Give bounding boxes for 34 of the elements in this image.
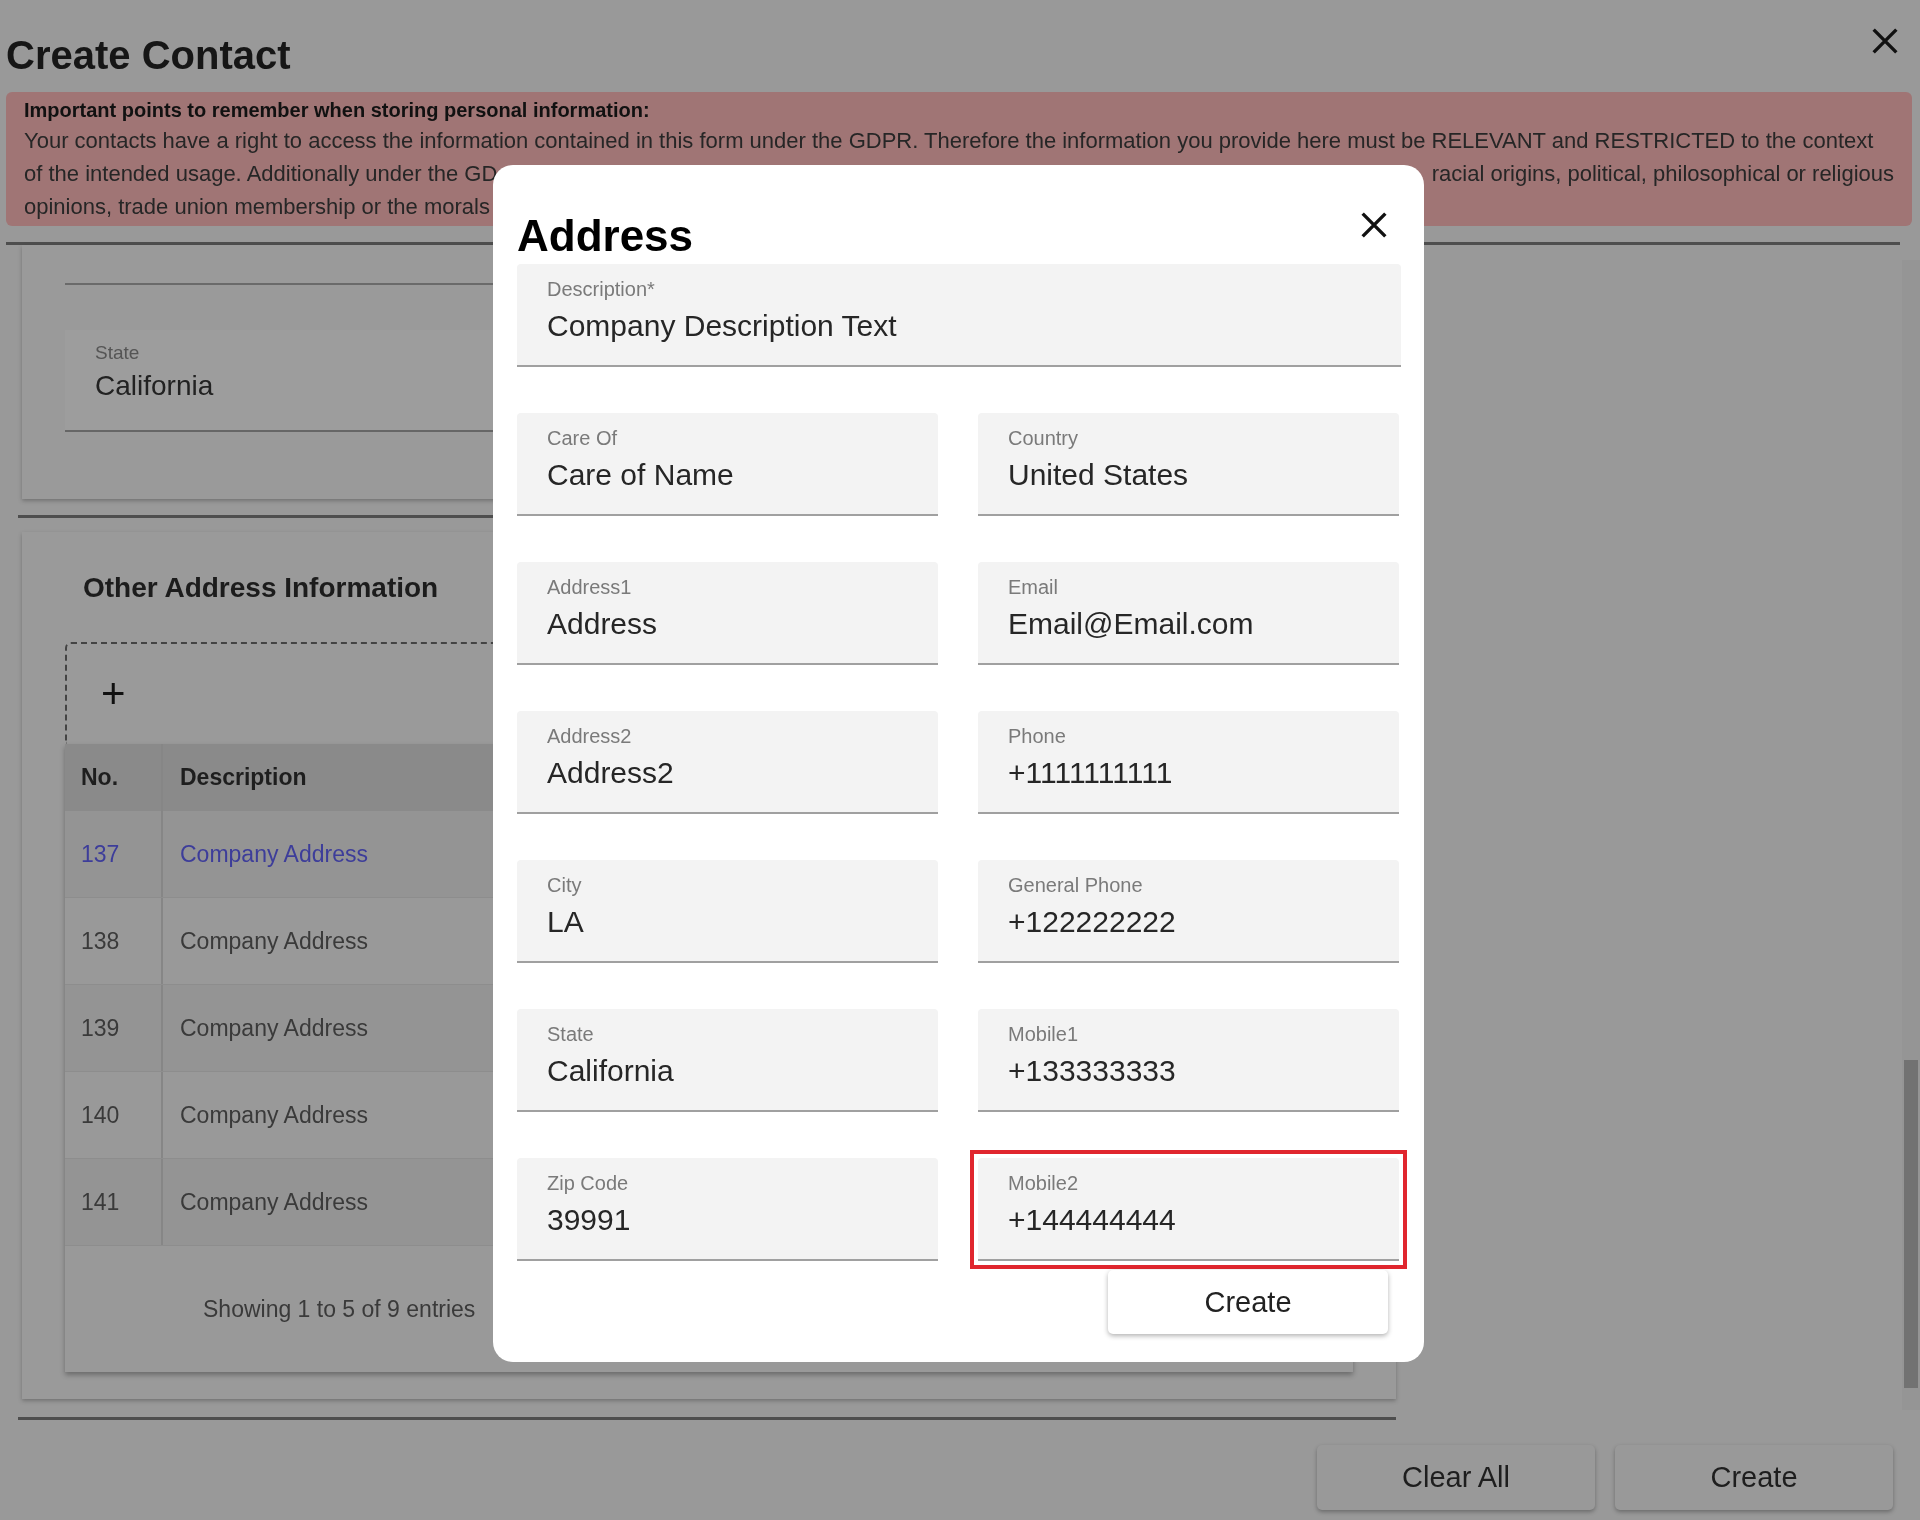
section-title: Other Address Information [83, 572, 439, 604]
add-button[interactable]: + [93, 670, 134, 718]
input-field[interactable]: State California [517, 1009, 938, 1112]
column-header: Description [179, 763, 307, 792]
dialog-title: Address [517, 210, 694, 261]
notice-text: racial origins, political, philosophical or religious [1431, 160, 1894, 188]
input-field[interactable]: Mobile2 +144444444 [978, 1158, 1399, 1261]
action-button[interactable]: Create [1615, 1445, 1893, 1510]
input-field[interactable]: Address1 Address [517, 562, 938, 665]
scrollbar[interactable] [1902, 260, 1920, 1410]
table-cell[interactable]: Company Address [163, 1072, 368, 1158]
notice-text: Your contacts have a right to access the information contained in this form under the GDPR. Therefore the information you provide here must be RELEVANT and RESTRICTED to the context [24, 127, 1874, 155]
input-field[interactable]: City LA [517, 860, 938, 963]
notice-text: opinions, trade union membership or the morals [24, 193, 490, 221]
input-field[interactable]: General Phone +122222222 [978, 860, 1399, 963]
description-field[interactable]: Description* Company Description Text [517, 264, 1401, 367]
action-button[interactable]: Clear All [1317, 1445, 1595, 1510]
entries-count: Showing 1 to 5 of 9 entries [203, 1296, 476, 1322]
input-field[interactable]: Email Email@Email.com [978, 562, 1399, 665]
table-cell[interactable]: Company Address [163, 985, 368, 1071]
table-cell[interactable]: 141 [65, 1159, 163, 1245]
input-field[interactable]: Care Of Care of Name [517, 413, 938, 516]
input-field[interactable]: Mobile1 +133333333 [978, 1009, 1399, 1112]
input-field[interactable]: Address2 Address2 [517, 711, 938, 814]
input-field[interactable]: Zip Code 39991 [517, 1158, 938, 1261]
table-cell[interactable]: Company Address [163, 898, 368, 984]
scrollbar-thumb[interactable] [1904, 1060, 1918, 1388]
table-cell[interactable]: Company Address [163, 1159, 368, 1245]
window-title: Create Contact [6, 32, 291, 78]
create-button[interactable]: Create [1108, 1270, 1388, 1334]
input-field[interactable]: Country United States [978, 413, 1399, 516]
input-field[interactable]: Phone +1111111111 [978, 711, 1399, 814]
notice-heading: Important points to remember when storing personal information: [24, 98, 651, 123]
notice-text: of the intended usage. Additionally under the GD [24, 160, 498, 188]
